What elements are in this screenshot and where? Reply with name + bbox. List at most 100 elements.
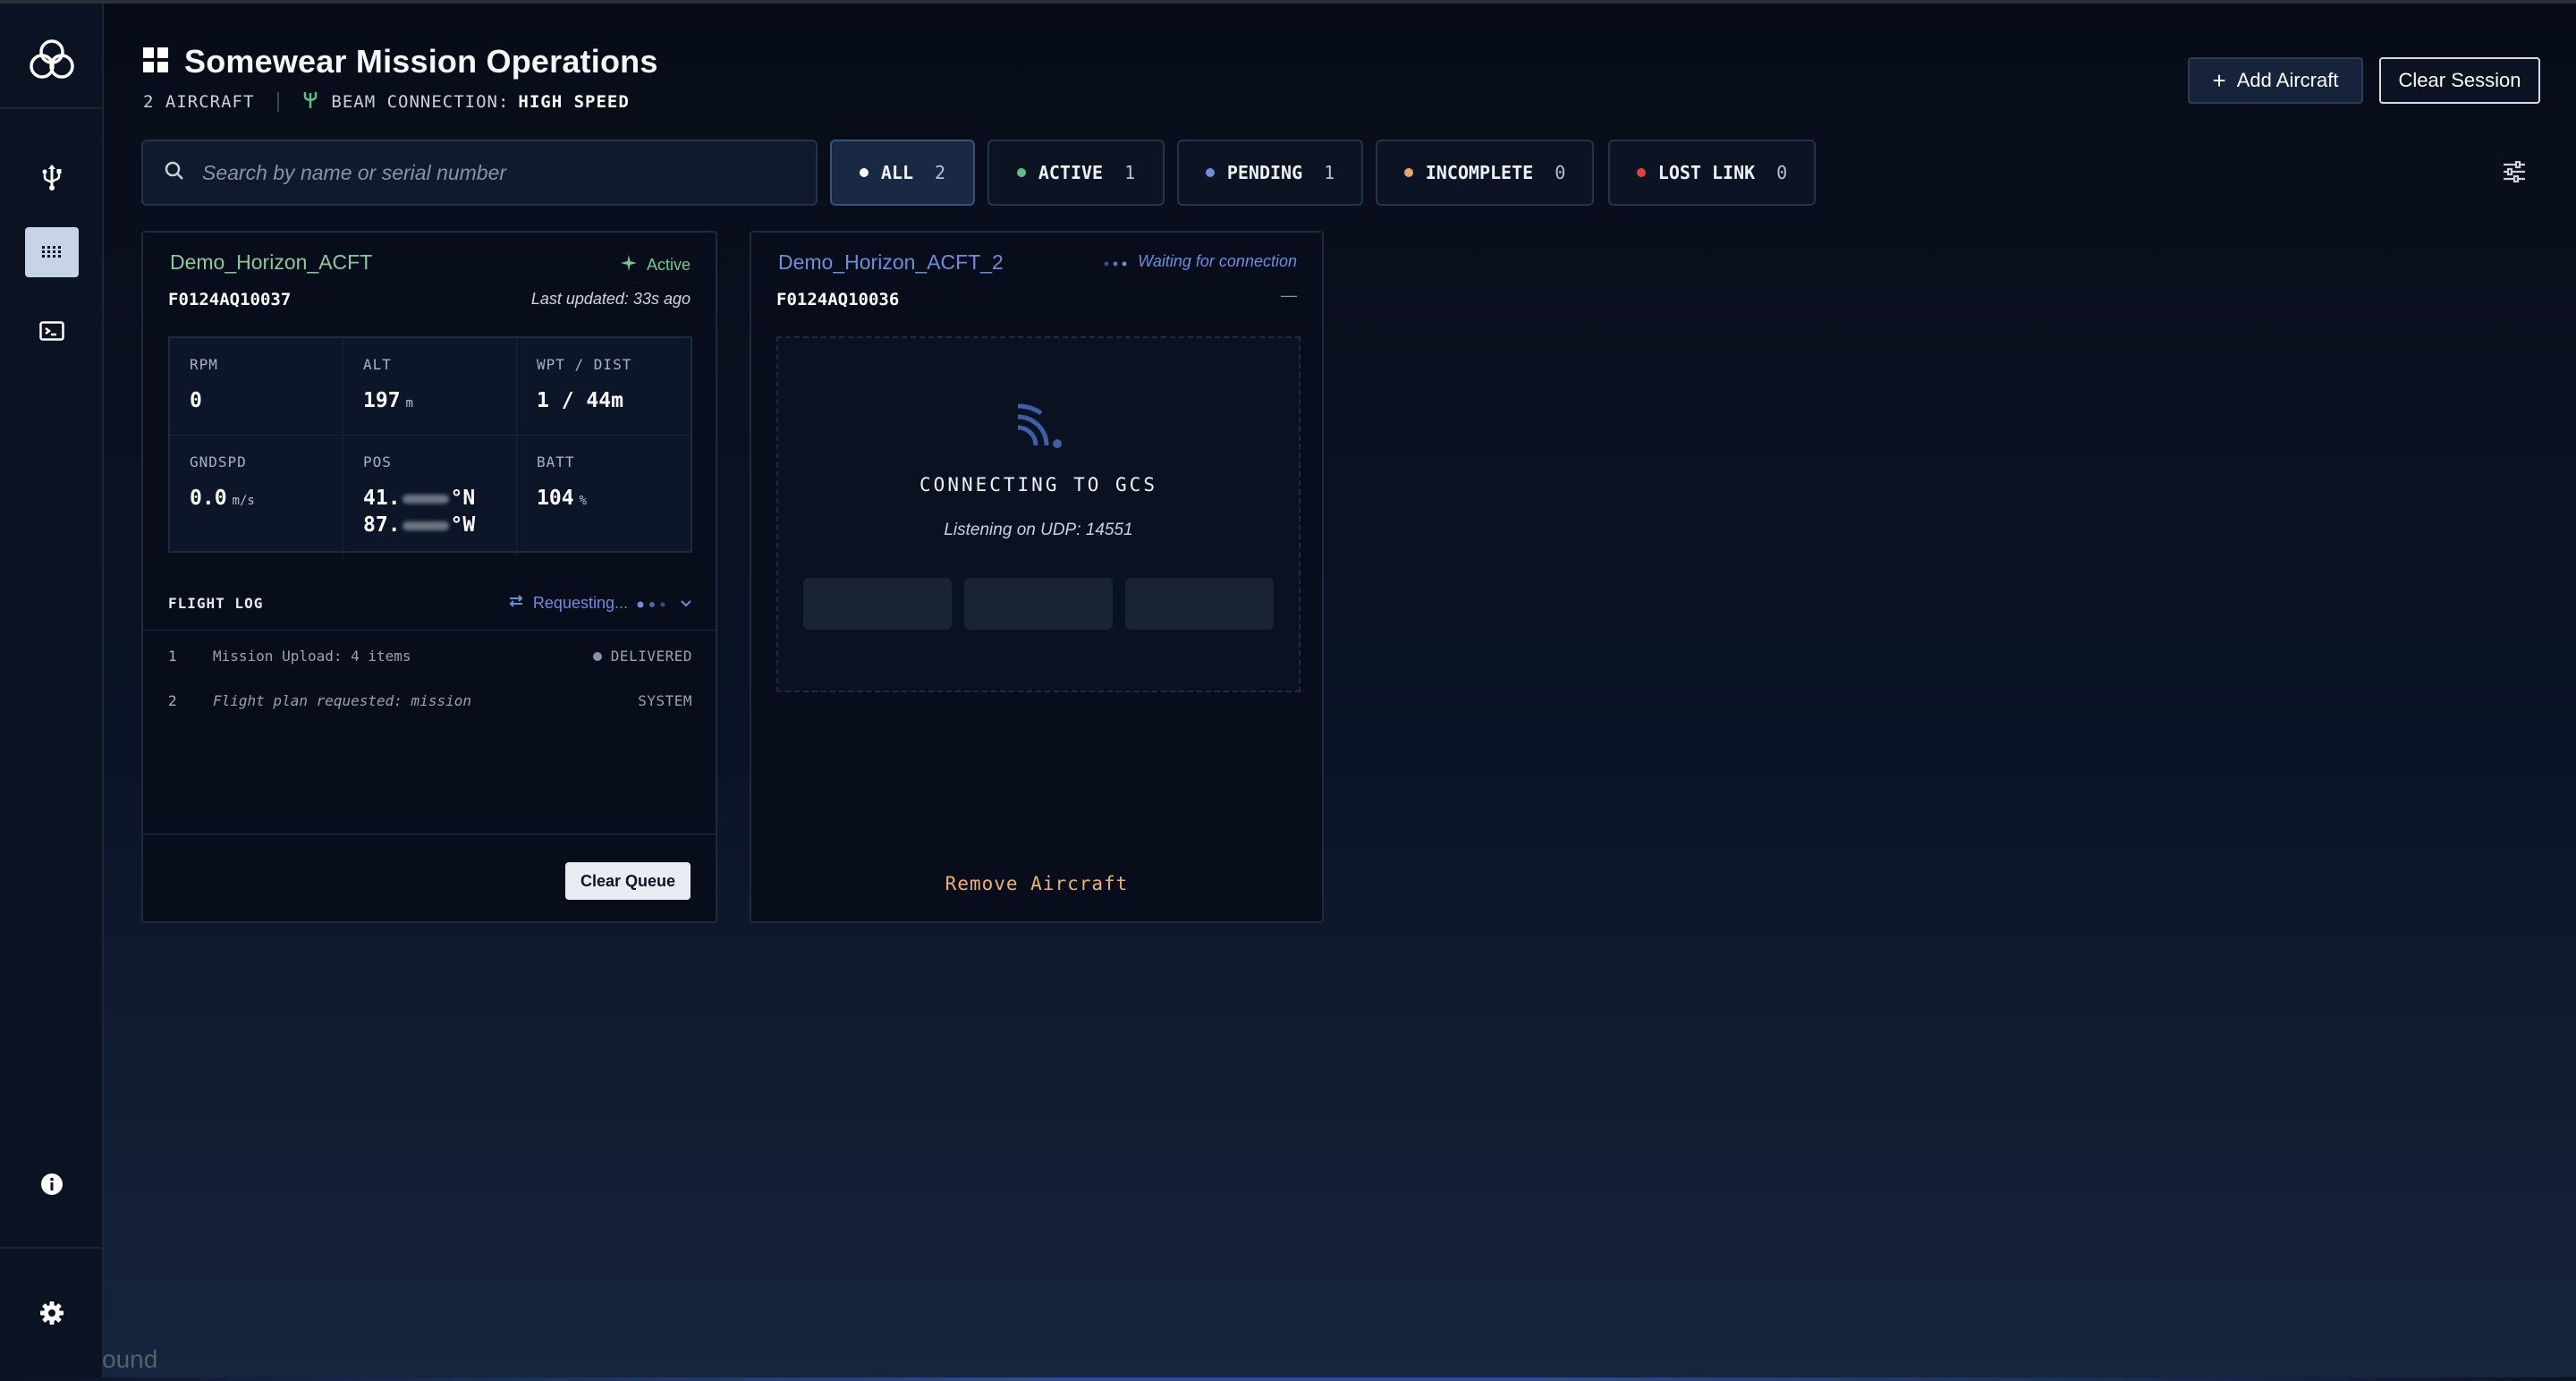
metric-unit: % <box>579 494 587 508</box>
telemetry-wpt: WPT / DIST 1 / 44m <box>517 338 691 436</box>
filter-label: ACTIVE <box>1038 162 1104 183</box>
beam-label: BEAM CONNECTION: <box>331 91 510 112</box>
metric-value-row: 197 m <box>363 387 496 417</box>
metric-label: POS <box>363 453 392 470</box>
metric-unit: m/s <box>232 494 255 508</box>
dot-icon <box>592 651 602 661</box>
loading-dots-icon <box>637 594 671 613</box>
status-dot <box>859 168 869 177</box>
filter-count: 2 <box>935 162 946 183</box>
log-row: 1 Mission Upload: 4 items DELIVERED <box>168 648 692 665</box>
status-label: Waiting for connection <box>1138 252 1297 270</box>
terminal-icon[interactable] <box>25 306 79 356</box>
status-dot <box>1205 168 1215 177</box>
add-aircraft-button[interactable]: + Add Aircraft <box>2188 57 2363 104</box>
metric-value: 0.0 <box>190 487 227 510</box>
placeholder-dash: — <box>1281 286 1297 304</box>
serial-number: F0124AQ10036 <box>776 290 900 309</box>
longitude: 87. °W <box>363 512 496 538</box>
add-aircraft-label: Add Aircraft <box>2236 69 2339 91</box>
lat-prefix: 41. <box>363 487 401 510</box>
aircraft-card[interactable]: Demo_Horizon_ACFT_2 Waiting for connecti… <box>750 231 1324 923</box>
filter-label: ALL <box>880 162 914 183</box>
page-header: Somewear Mission Operations <box>143 43 658 80</box>
info-icon[interactable] <box>25 1159 79 1209</box>
plus-icon: + <box>2212 67 2226 94</box>
lon-prefix: 87. <box>363 513 401 537</box>
metric-label: WPT / DIST <box>537 356 632 373</box>
status-dot <box>1403 168 1413 177</box>
sidebar-divider <box>0 1247 104 1249</box>
search-icon <box>165 161 184 185</box>
metric-value: 0 <box>190 389 202 412</box>
filter-incomplete[interactable]: INCOMPLETE 0 <box>1376 140 1594 206</box>
clear-queue-button[interactable]: Clear Queue <box>565 862 691 900</box>
aircraft-count: 2 AIRCRAFT <box>143 91 255 112</box>
aircraft-card[interactable]: Demo_Horizon_ACFT Active F0124AQ10037 La… <box>141 231 717 923</box>
filter-settings-icon[interactable] <box>2503 160 2526 187</box>
metric-value-row: 41. °N 87. °W <box>363 485 496 538</box>
telemetry-alt: ALT 197 m <box>343 338 517 436</box>
last-updated: Last updated: 33s ago <box>530 290 691 308</box>
swap-icon <box>508 594 524 613</box>
metric-value-row: 104% <box>537 485 671 514</box>
filter-count: 0 <box>1776 162 1788 183</box>
metric-value: 104 <box>537 487 574 510</box>
sidebar <box>0 4 104 1381</box>
filter-label: LOST LINK <box>1657 162 1756 183</box>
loading-dots-icon <box>1104 252 1129 271</box>
lon-suffix: °W <box>450 513 476 537</box>
header-subtitle: 2 AIRCRAFT BEAM CONNECTION: HIGH SPEED <box>143 89 630 114</box>
metric-value: 197 <box>363 389 401 412</box>
antenna-icon <box>302 89 318 114</box>
grid-icon[interactable] <box>25 227 79 277</box>
divider <box>277 91 280 112</box>
connecting-title: CONNECTING TO GCS <box>919 474 1157 496</box>
filter-lost-link[interactable]: LOST LINK 0 <box>1608 140 1816 206</box>
telemetry-batt: BATT 104% <box>517 436 691 556</box>
page-title: Somewear Mission Operations <box>184 43 658 80</box>
filter-label: PENDING <box>1226 162 1303 183</box>
clear-session-button[interactable]: Clear Session <box>2379 57 2540 104</box>
ghost-text: ound <box>102 1345 158 1373</box>
telemetry-pos: POS 41. °N 87. °W <box>343 436 517 556</box>
flight-log-header: FLIGHT LOG Requesting... <box>168 594 692 613</box>
gear-icon[interactable] <box>25 1288 79 1338</box>
log-index: 1 <box>168 648 177 665</box>
remove-aircraft-button[interactable]: Remove Aircraft <box>751 873 1322 894</box>
serial-number: F0124AQ10037 <box>168 290 292 309</box>
redacted-digits <box>402 521 449 530</box>
signal-icon <box>1014 401 1063 453</box>
logo-icon[interactable] <box>27 38 77 82</box>
filter-active[interactable]: ACTIVE 1 <box>987 140 1165 206</box>
usb-icon[interactable] <box>25 152 79 202</box>
telemetry-grid: RPM 0 ALT 197 m WPT / DIST 1 / 44m GNDSPD… <box>168 336 692 556</box>
aircraft-name: Demo_Horizon_ACFT <box>170 250 373 274</box>
filter-pending[interactable]: PENDING 1 <box>1177 140 1363 206</box>
divider <box>143 834 716 835</box>
beam-value: HIGH SPEED <box>518 91 630 112</box>
log-tag-label: SYSTEM <box>638 692 692 709</box>
filter-all[interactable]: ALL 2 <box>830 140 975 206</box>
status-dot <box>1636 168 1646 177</box>
log-text: Flight plan requested: mission <box>213 692 471 709</box>
log-text: Mission Upload: 4 items <box>213 648 411 665</box>
metric-label: BATT <box>537 453 575 470</box>
divider <box>143 630 716 631</box>
lat-suffix: °N <box>450 487 476 510</box>
metric-label: RPM <box>190 356 218 373</box>
telemetry-gndspd: GNDSPD 0.0 m/s <box>170 436 343 556</box>
filter-count: 0 <box>1555 162 1566 183</box>
log-tag-label: DELIVERED <box>610 648 692 665</box>
connecting-panel: CONNECTING TO GCS Listening on UDP: 1455… <box>776 336 1301 692</box>
flight-log-toggle[interactable]: Requesting... <box>508 594 692 613</box>
metric-label: ALT <box>363 356 392 373</box>
log-tag: DELIVERED <box>592 648 692 665</box>
search-input[interactable] <box>202 160 775 185</box>
status-label: Active <box>646 256 691 274</box>
metric-unit: m <box>405 396 413 411</box>
metric-label: GNDSPD <box>190 453 247 470</box>
clear-session-label: Clear Session <box>2398 69 2521 91</box>
status-badge: Active <box>620 254 691 276</box>
chevron-down-icon <box>680 594 692 613</box>
